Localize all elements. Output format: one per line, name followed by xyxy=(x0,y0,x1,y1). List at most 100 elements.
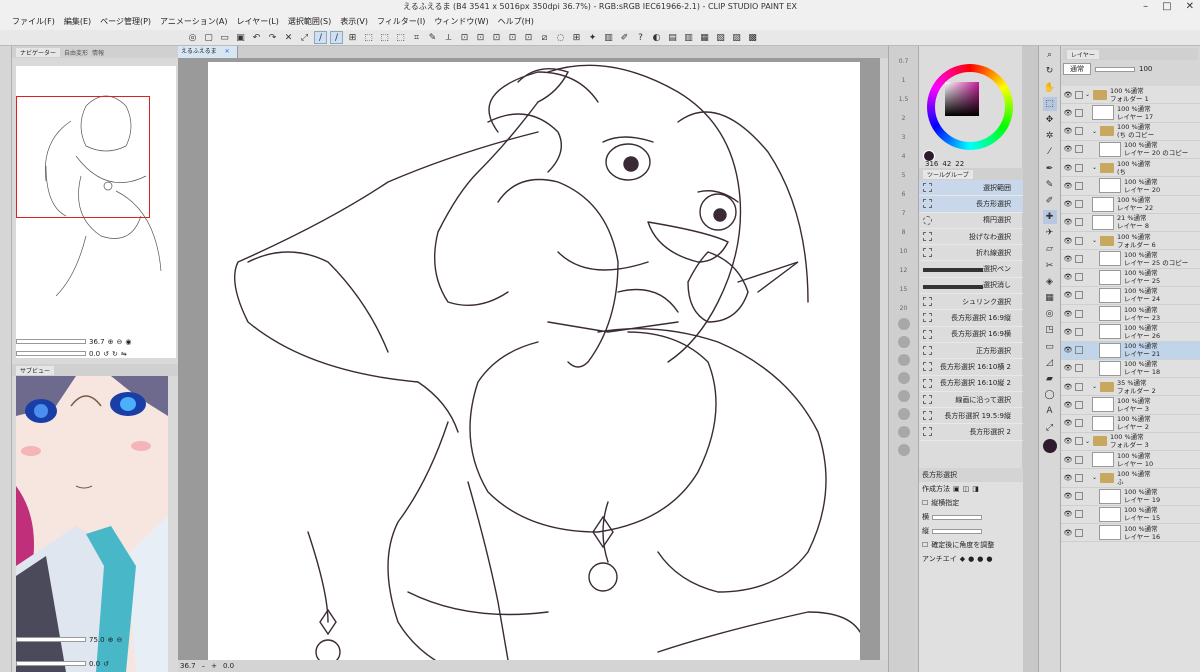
visibility-eye-icon[interactable]: 👁 xyxy=(1061,383,1075,391)
subtool-rect-select[interactable]: 長方形選択 xyxy=(919,196,1023,213)
document-tab[interactable]: えるふえるま ✕ xyxy=(178,46,238,58)
size-dot-50[interactable] xyxy=(897,372,910,384)
layout3-icon[interactable]: ▦ xyxy=(698,31,711,44)
pencil-tool-icon[interactable]: ✎ xyxy=(1043,178,1057,192)
fit-icon[interactable]: ◉ xyxy=(125,338,131,346)
drawing-canvas[interactable] xyxy=(208,62,860,660)
subtool-lasso-select[interactable]: 投げなわ選択 xyxy=(919,229,1023,246)
layer-lock-checkbox[interactable] xyxy=(1075,400,1083,409)
layer-folder-row[interactable]: 👁 ⌄ 100 %通常 フォルダー 6 xyxy=(1061,232,1200,251)
main-color-icon[interactable] xyxy=(1042,438,1057,453)
new-selection-icon[interactable]: ▣ xyxy=(953,485,960,493)
folder-toggle-icon[interactable]: ⌄ xyxy=(1085,438,1093,445)
visibility-eye-icon[interactable]: 👁 xyxy=(1061,456,1075,464)
layer-lock-checkbox[interactable] xyxy=(1075,273,1083,282)
layout2-icon[interactable]: ▥ xyxy=(682,31,695,44)
move-tool-icon[interactable]: ✥ xyxy=(1043,113,1057,127)
menu-layer[interactable]: レイヤー(L) xyxy=(236,14,278,30)
layer-lock-checkbox[interactable] xyxy=(1075,127,1083,136)
eyedropper-icon[interactable]: ⁄ xyxy=(1043,145,1057,159)
close-icon[interactable]: ✕ xyxy=(1186,0,1194,14)
size-dot-40[interactable] xyxy=(897,354,910,366)
layer-folder-row[interactable]: 👁 ⌄ 100 %通常ふ xyxy=(1061,469,1200,488)
opacity-slider[interactable] xyxy=(1095,66,1135,72)
visibility-eye-icon[interactable]: 👁 xyxy=(1061,419,1075,427)
redo-icon[interactable]: ↷ xyxy=(266,31,279,44)
layer-folder-row[interactable]: 👁 ⌄ 100 %通常 フォルダー 1 xyxy=(1061,86,1200,105)
menu-selection[interactable]: 選択範囲(S) xyxy=(288,14,331,30)
nav-zoom-slider[interactable] xyxy=(16,339,86,344)
brush-tool-icon[interactable]: ✐ xyxy=(1043,194,1057,208)
hand-tool-icon[interactable]: ✋ xyxy=(1043,81,1057,95)
sparkle-icon[interactable]: ✦ xyxy=(586,31,599,44)
speech-tool-icon[interactable]: ◯ xyxy=(1043,388,1057,402)
visibility-eye-icon[interactable]: 👁 xyxy=(1061,109,1075,117)
size-2[interactable]: 2 xyxy=(889,115,918,122)
layer-lock-checkbox[interactable] xyxy=(1075,181,1083,190)
tab-info[interactable]: 情報 xyxy=(92,48,104,57)
size-dot-30[interactable] xyxy=(897,336,910,348)
layer-row[interactable]: 👁 100 %通常 レイヤー 15 xyxy=(1061,506,1200,524)
layer-lock-checkbox[interactable] xyxy=(1075,236,1083,245)
layer-folder-row[interactable]: 👁 ⌄ 100 %通常 フォルダー 3 xyxy=(1061,433,1200,451)
layer-lock-checkbox[interactable] xyxy=(1075,218,1083,227)
size-dot-25[interactable] xyxy=(897,318,910,330)
menu-help[interactable]: ヘルプ(H) xyxy=(498,14,534,30)
menu-filter[interactable]: フィルター(I) xyxy=(377,14,425,30)
navigator-view-rect[interactable] xyxy=(16,96,150,218)
layer-row[interactable]: 👁 100 %通常 レイヤー 21 xyxy=(1061,341,1200,360)
layer-lock-checkbox[interactable] xyxy=(1075,382,1083,391)
visibility-eye-icon[interactable]: 👁 xyxy=(1061,364,1075,372)
angle-checkbox[interactable]: ☐ xyxy=(922,541,928,549)
subtool-rect-16-9-h[interactable]: 長方形選択 16:9横 xyxy=(919,327,1023,343)
nav-rotate-slider[interactable] xyxy=(16,351,86,356)
layer-row[interactable]: 👁 100 %通常 レイヤー 26 xyxy=(1061,323,1200,342)
minimize-icon[interactable]: – xyxy=(1143,0,1148,14)
color-icon[interactable]: ◐ xyxy=(650,31,663,44)
crop-icon[interactable]: ⌗ xyxy=(410,31,423,44)
visibility-eye-icon[interactable]: 👁 xyxy=(1061,127,1075,135)
tab-transform[interactable]: 自由変形 xyxy=(64,48,88,57)
size-12[interactable]: 12 xyxy=(889,267,918,274)
menu-view[interactable]: 表示(V) xyxy=(340,14,368,30)
layer-row[interactable]: 👁 21 %通常 レイヤー 8 xyxy=(1061,214,1200,232)
folder-toggle-icon[interactable]: ⌄ xyxy=(1092,237,1100,244)
ruler-tool-icon[interactable]: ▭ xyxy=(1043,340,1057,354)
new-file-icon[interactable]: ▢ xyxy=(202,31,215,44)
selection-tool-icon[interactable]: ⬚ xyxy=(1042,96,1057,111)
layer-row[interactable]: 👁 100 %通常 レイヤー 22 xyxy=(1061,196,1200,214)
visibility-eye-icon[interactable]: 👁 xyxy=(1061,310,1075,318)
frame3-icon[interactable]: ⊡ xyxy=(506,31,519,44)
layer-row[interactable]: 👁 100 %通常 レイヤー 17 xyxy=(1061,104,1200,123)
subtool-selection-area[interactable]: 選択範囲 xyxy=(919,180,1023,197)
subtool-rect-2[interactable]: 長方形選択 2 xyxy=(919,424,1023,441)
subview-image[interactable] xyxy=(16,376,168,672)
sub-zoom-out-icon[interactable]: ⊖ xyxy=(116,636,122,644)
lasso-icon[interactable]: ◌ xyxy=(554,31,567,44)
flip-icon[interactable]: ⇋ xyxy=(121,350,127,358)
size-6[interactable]: 6 xyxy=(889,191,918,198)
visibility-eye-icon[interactable]: 👁 xyxy=(1061,91,1075,99)
help-icon[interactable]: ? xyxy=(634,31,647,44)
visibility-eye-icon[interactable]: 👁 xyxy=(1061,164,1075,172)
layer-row[interactable]: 👁 100 %通常 レイヤー 25 xyxy=(1061,269,1200,287)
visibility-eye-icon[interactable]: 👁 xyxy=(1061,401,1075,409)
decoration-tool-icon[interactable]: ✚ xyxy=(1042,210,1057,225)
visibility-eye-icon[interactable]: 👁 xyxy=(1061,182,1075,190)
size-20[interactable]: 20 xyxy=(889,305,918,312)
save-icon[interactable]: ▣ xyxy=(234,31,247,44)
layout5-icon[interactable]: ▨ xyxy=(730,31,743,44)
fill-tool-icon[interactable]: ◈ xyxy=(1043,275,1057,289)
layout4-icon[interactable]: ▧ xyxy=(714,31,727,44)
eraser-icon[interactable]: ▱ xyxy=(1043,242,1057,256)
layer-row[interactable]: 👁 100 %通常 レイヤー 2 xyxy=(1061,415,1200,433)
rotate-tool-icon[interactable]: ↻ xyxy=(1043,64,1057,78)
layer-lock-checkbox[interactable] xyxy=(1075,90,1083,99)
correct-line-icon[interactable]: ⤢ xyxy=(1043,421,1057,435)
layer-lock-checkbox[interactable] xyxy=(1075,309,1083,318)
antialias-none-icon[interactable]: ◆ xyxy=(960,555,965,563)
open-icon[interactable]: ▭ xyxy=(218,31,231,44)
visibility-eye-icon[interactable]: 👁 xyxy=(1061,200,1075,208)
text-a-icon[interactable]: A xyxy=(1043,404,1057,418)
height-input[interactable] xyxy=(932,528,982,534)
